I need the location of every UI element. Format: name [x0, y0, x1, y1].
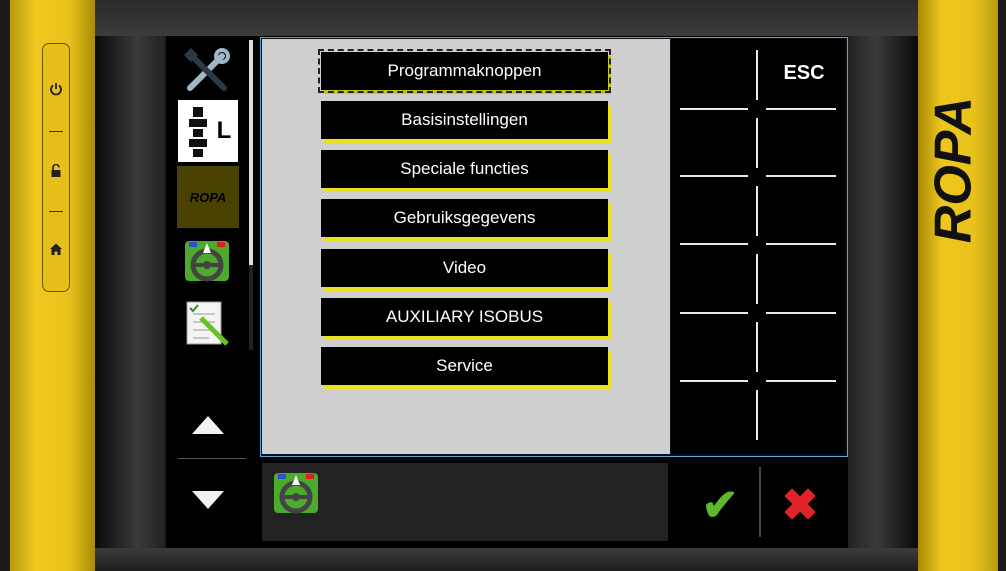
softkey-divider [766, 380, 836, 382]
checkmark-icon: ✔ [701, 480, 739, 530]
sidebar-item-ropa[interactable]: ROPA [177, 166, 239, 228]
sidebar-item-steering[interactable] [178, 232, 236, 290]
sidebar-item-tools[interactable] [178, 42, 236, 100]
softkey-divider [756, 254, 758, 304]
sidebar-item-notes[interactable] [178, 294, 236, 352]
menu-item-speciale-functies[interactable]: Speciale functies [321, 150, 608, 188]
sidebar: L ROPA [170, 38, 250, 456]
softkey-divider [680, 312, 748, 314]
bezel-left [95, 0, 165, 571]
menu-item-gebruiksgegevens[interactable]: Gebruiksgegevens [321, 199, 608, 237]
menu-item-label: Gebruiksgegevens [393, 208, 536, 227]
cancel-button[interactable]: ✖ [770, 475, 830, 535]
softkey-divider [756, 390, 758, 440]
steering-wheel-icon [185, 241, 229, 282]
esc-softkey[interactable]: ESC [764, 62, 844, 92]
bezel-right [848, 0, 918, 571]
arrow-up-icon [192, 416, 224, 434]
softkey-divider [680, 380, 748, 382]
brand-text: ROPA [925, 97, 983, 243]
tools-icon [183, 47, 230, 91]
sidebar-item-machine-config[interactable]: L [178, 100, 238, 162]
hardware-button-strip [42, 43, 70, 292]
footer-divider [759, 467, 761, 537]
strip-divider [49, 211, 63, 212]
scroll-up-button[interactable] [178, 400, 238, 450]
softkey-panel [671, 39, 845, 454]
bezel-top [95, 0, 918, 36]
menu-item-label: Video [442, 258, 487, 277]
notepad-edit-icon [186, 301, 229, 346]
home-icon [50, 243, 62, 255]
softkey-divider [766, 243, 836, 245]
unlock-button[interactable] [43, 163, 69, 181]
arrow-down-icon [192, 491, 224, 509]
softkey-divider [766, 312, 836, 314]
menu-item-label: Programmaknoppen [387, 61, 542, 80]
machine-config-label: L [216, 117, 232, 144]
power-icon [50, 83, 62, 96]
sidebar-scrollbar-thumb[interactable] [249, 40, 253, 265]
close-icon: ✖ [781, 480, 819, 530]
steering-wheel-icon [274, 473, 318, 514]
unlock-icon [51, 163, 61, 177]
softkey-divider [680, 175, 748, 177]
menu-item-auxiliary-isobus[interactable]: AUXILIARY ISOBUS [321, 298, 608, 336]
menu-item-service[interactable]: Service [321, 347, 608, 385]
softkey-divider [756, 118, 758, 168]
menu-item-label: AUXILIARY ISOBUS [385, 307, 544, 326]
softkey-divider [766, 108, 836, 110]
home-button[interactable] [43, 242, 69, 259]
softkey-divider [680, 243, 748, 245]
scroll-down-button[interactable] [178, 470, 238, 530]
softkey-divider [756, 186, 758, 236]
menu-item-basisinstellingen[interactable]: Basisinstellingen [321, 101, 608, 139]
machine-layout-icon [188, 107, 207, 157]
strip-divider [49, 131, 63, 132]
confirm-button[interactable]: ✔ [690, 475, 750, 535]
softkey-divider [756, 322, 758, 372]
power-button[interactable] [43, 82, 69, 99]
softkey-divider [756, 50, 758, 100]
bezel-bottom [95, 548, 918, 571]
ropa-brand-logo: ROPA [922, 50, 992, 290]
status-bar [262, 463, 668, 541]
menu-item-label: Service [436, 356, 493, 375]
nav-divider [178, 458, 246, 459]
menu-item-label: Basisinstellingen [401, 110, 528, 129]
ropa-logo: ROPA [189, 189, 227, 205]
menu-item-label: Speciale functies [400, 159, 529, 178]
menu-item-video[interactable]: Video [321, 249, 608, 287]
softkey-divider [766, 175, 836, 177]
menu-item-programmaknoppen[interactable]: Programmaknoppen [318, 49, 611, 93]
softkey-divider [680, 108, 748, 110]
